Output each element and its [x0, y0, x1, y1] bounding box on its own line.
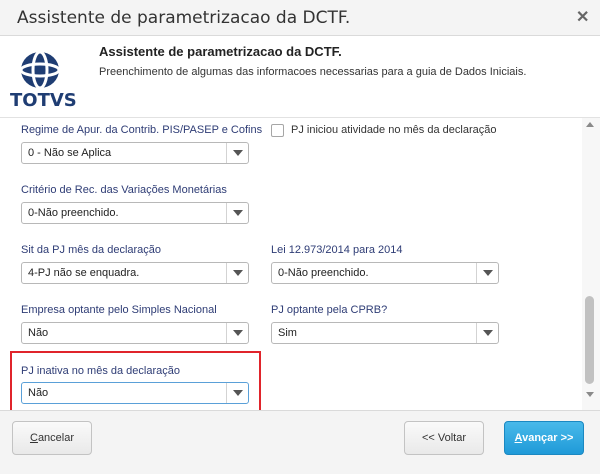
- simples-value: Não: [28, 327, 49, 339]
- logo-text: TOTVS: [10, 90, 77, 111]
- title-bar: Assistente de parametrizacao da DCTF. ✕: [0, 0, 600, 36]
- next-label: vançar >>: [522, 432, 574, 444]
- lei-label: Lei 12.973/2014 para 2014: [271, 244, 403, 256]
- criterio-label: Critério de Rec. das Variações Monetária…: [21, 184, 227, 196]
- next-button[interactable]: Avançar >>: [504, 421, 584, 455]
- next-mnemonic: A: [514, 432, 523, 444]
- back-button[interactable]: << Voltar: [404, 421, 484, 455]
- chevron-down-icon[interactable]: [476, 263, 498, 283]
- pj-inicio-checkbox[interactable]: [271, 124, 284, 137]
- chevron-down-icon[interactable]: [476, 323, 498, 343]
- globe-icon: [19, 52, 61, 90]
- scroll-up-icon[interactable]: [586, 122, 594, 127]
- criterio-select[interactable]: 0-Não preenchido.: [21, 202, 249, 224]
- scroll-thumb[interactable]: [585, 296, 594, 384]
- form-content[interactable]: Regime de Apur. da Contrib. PIS/PASEP e …: [0, 118, 600, 410]
- sit-pj-value: 4-PJ não se enquadra.: [28, 267, 140, 279]
- wizard-header: TOTVS Assistente de parametrizacao da DC…: [0, 36, 600, 118]
- chevron-down-icon[interactable]: [226, 323, 248, 343]
- regime-select[interactable]: 0 - Não se Aplica: [21, 142, 249, 164]
- cprb-select[interactable]: Sim: [271, 322, 499, 344]
- chevron-down-icon[interactable]: [226, 263, 248, 283]
- criterio-value: 0-Não preenchido.: [28, 207, 119, 219]
- scroll-down-icon[interactable]: [586, 392, 594, 397]
- cprb-value: Sim: [278, 327, 297, 339]
- wizard-footer: Cancelar << Voltar Avançar >>: [0, 410, 600, 474]
- lei-select[interactable]: 0-Não preenchido.: [271, 262, 499, 284]
- cancel-label: ancelar: [37, 432, 75, 444]
- header-title: Assistente de parametrizacao da DCTF.: [99, 44, 342, 59]
- cancel-mnemonic: C: [29, 432, 38, 444]
- cprb-label: PJ optante pela CPRB?: [271, 304, 388, 316]
- close-icon[interactable]: ✕: [576, 7, 589, 27]
- pj-inicio-label: PJ iniciou atividade no mês da declaraçã…: [291, 124, 497, 136]
- cancel-button[interactable]: Cancelar: [12, 421, 92, 455]
- chevron-down-icon[interactable]: [226, 203, 248, 223]
- sit-pj-label: Sit da PJ mês da declaração: [21, 244, 162, 256]
- simples-label: Empresa optante pelo Simples Nacional: [21, 304, 217, 316]
- window-title: Assistente de parametrizacao da DCTF.: [17, 8, 351, 28]
- sit-pj-select[interactable]: 4-PJ não se enquadra.: [21, 262, 249, 284]
- lei-value: 0-Não preenchido.: [278, 267, 369, 279]
- simples-select[interactable]: Não: [21, 322, 249, 344]
- regime-label: Regime de Apur. da Contrib. PIS/PASEP e …: [21, 124, 263, 136]
- highlight-box: [10, 351, 261, 410]
- header-subtitle: Preenchimento de algumas das informacoes…: [99, 66, 527, 78]
- regime-value: 0 - Não se Aplica: [28, 147, 112, 159]
- chevron-down-icon[interactable]: [226, 143, 248, 163]
- totvs-logo: TOTVS: [10, 52, 77, 111]
